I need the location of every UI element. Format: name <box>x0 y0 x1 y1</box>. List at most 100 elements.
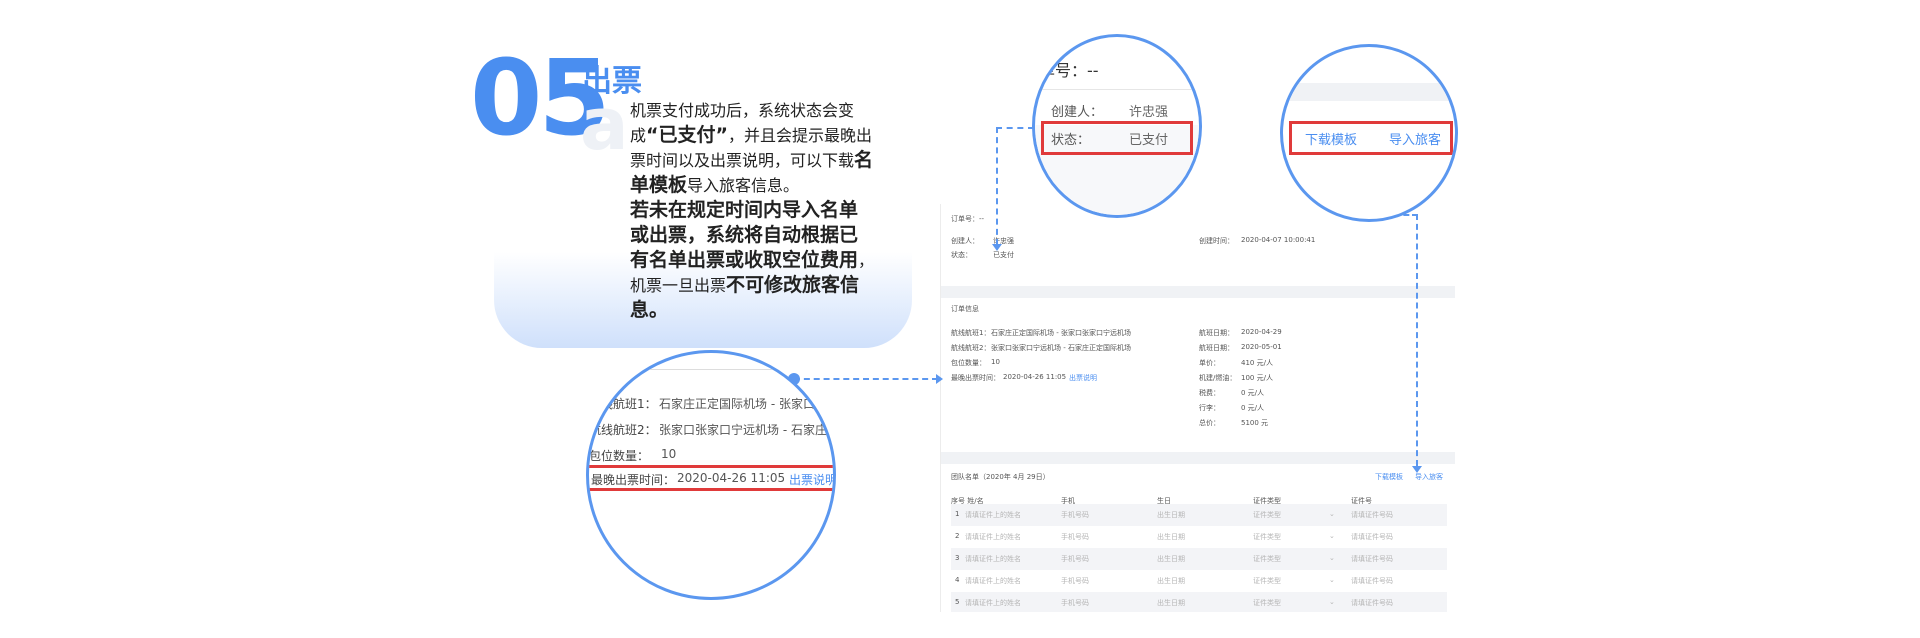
zoom-seats-label: 包位数量： <box>589 449 650 463</box>
phone-input[interactable]: 手机号码 <box>1061 554 1089 564</box>
order-detail-panel: 订单号：-- 创建人： 许忠强 创建时间： 2020-04-07 10:00:4… <box>940 204 1455 612</box>
chevron-down-icon[interactable]: ⌄ <box>1329 576 1335 584</box>
birthday-input[interactable]: 出生日期 <box>1157 598 1185 608</box>
name-input[interactable]: 请填证件上的姓名 <box>965 510 1021 520</box>
seats-value: 10 <box>991 358 1000 366</box>
flight2-label: 航线航班2： <box>951 344 991 352</box>
birthday-input[interactable]: 出生日期 <box>1157 576 1185 586</box>
date1-label: 航班日期： <box>1199 329 1234 337</box>
table-row: 1 请填证件上的姓名 手机号码 出生日期 证件类型 ⌄ 请填证件号码 <box>951 504 1447 526</box>
zoom-flight2-value: 张家口张家口宁远机场 - 石家庄正 <box>659 423 836 437</box>
zoom-creator-label: 创建人： <box>1051 105 1104 120</box>
tax-label: 税费： <box>1199 389 1220 397</box>
zoom-seats-value: 10 <box>661 447 677 461</box>
zoom-status-value: 已支付 <box>1129 133 1169 148</box>
zoom-download-template[interactable]: 下载模板 <box>1305 129 1357 148</box>
row-index: 2 <box>955 532 960 540</box>
desc-part3: 导入旅客信息。 <box>687 176 800 195</box>
step-title: 出票 <box>582 64 642 99</box>
seats-label: 包位数量： <box>951 359 986 367</box>
table-row: 3 请填证件上的姓名 手机号码 出生日期 证件类型 ⌄ 请填证件号码 <box>951 548 1447 570</box>
zoom-import-passengers[interactable]: 导入旅客 <box>1389 129 1441 148</box>
zoom-flight2-label: 航线航班2： <box>589 423 657 437</box>
phone-input[interactable]: 手机号码 <box>1061 532 1089 542</box>
ticket-instructions-link[interactable]: 出票说明 <box>1069 373 1097 383</box>
row-index: 3 <box>955 554 960 562</box>
chevron-down-icon[interactable]: ⌄ <box>1329 510 1335 518</box>
flight2-value: 张家口张家口宁远机场 - 石家庄正定国际机场 <box>991 344 1131 352</box>
phone-input[interactable]: 手机号码 <box>1061 510 1089 520</box>
id-number-input[interactable]: 请填证件号码 <box>1351 598 1393 608</box>
fee-label: 机建/燃油： <box>1199 374 1237 382</box>
table-row: 5 请填证件上的姓名 手机号码 出生日期 证件类型 ⌄ 请填证件号码 <box>951 592 1447 612</box>
created-time-label: 创建时间： <box>1199 237 1234 245</box>
zoom-actions-circle: 下载模板 导入旅客 <box>1280 44 1458 222</box>
birthday-input[interactable]: 出生日期 <box>1157 510 1185 520</box>
zoom-status-circle: 单号：-- 创建人： 许忠强 状态： 已支付 <box>1032 34 1202 218</box>
connector-line <box>1416 214 1418 466</box>
phone-input[interactable]: 手机号码 <box>1061 576 1089 586</box>
id-type-select[interactable]: 证件类型 <box>1253 532 1281 542</box>
name-input[interactable]: 请填证件上的姓名 <box>965 598 1021 608</box>
deadline-value: 2020-04-26 11:05 <box>1003 373 1067 381</box>
table-row: 4 请填证件上的姓名 手机号码 出生日期 证件类型 ⌄ 请填证件号码 <box>951 570 1447 592</box>
connector-line <box>996 127 998 245</box>
status-label: 状态： <box>951 251 972 259</box>
luggage-label: 行李： <box>1199 404 1220 412</box>
name-input[interactable]: 请填证件上的姓名 <box>965 532 1021 542</box>
birthday-input[interactable]: 出生日期 <box>1157 554 1185 564</box>
tax-value: 0 元/人 <box>1241 389 1265 397</box>
chevron-down-icon[interactable]: ⌄ <box>1329 598 1335 606</box>
flight1-label: 航线航班1： <box>951 329 991 337</box>
fee-value: 100 元/人 <box>1241 374 1273 382</box>
import-passengers-link[interactable]: 导入旅客 <box>1415 472 1443 482</box>
zoom-flight1-label: 航线航班1： <box>589 397 657 411</box>
zoom-flight1-value: 石家庄正定国际机场 - 张家口张 <box>659 397 827 411</box>
zoom-status-label: 状态： <box>1051 133 1091 148</box>
chevron-down-icon[interactable]: ⌄ <box>1329 532 1335 540</box>
zoom-divider <box>1035 89 1199 90</box>
passenger-table-header: 序号 姓/名 手机 生日 证件类型 证件号 <box>951 490 1447 505</box>
connector-line <box>794 378 938 380</box>
name-input[interactable]: 请填证件上的姓名 <box>965 554 1021 564</box>
created-time-value: 2020-04-07 10:00:41 <box>1241 236 1316 244</box>
date2-value: 2020-05-01 <box>1241 343 1282 351</box>
team-list-title: 团队名单（2020年 4月 29日） <box>951 473 1050 481</box>
chevron-down-icon[interactable]: ⌄ <box>1329 554 1335 562</box>
zoom-deadline-value: 2020-04-26 11:05 <box>677 471 786 485</box>
zoom-flight-circle: 航线航班1： 石家庄正定国际机场 - 张家口张 航线航班2： 张家口张家口宁远机… <box>586 350 836 600</box>
row-index: 4 <box>955 576 960 584</box>
phone-input[interactable]: 手机号码 <box>1061 598 1089 608</box>
id-type-select[interactable]: 证件类型 <box>1253 576 1281 586</box>
id-number-input[interactable]: 请填证件号码 <box>1351 576 1393 586</box>
step-description: 机票支付成功后，系统状态会变成“已支付”，并且会提示最晚出票时间以及出票说明，可… <box>630 98 875 323</box>
zoom-deadline-label: 最晚出票时间： <box>591 473 676 487</box>
zoom-divider <box>1283 83 1455 101</box>
arrow-right-icon <box>936 374 943 384</box>
id-number-input[interactable]: 请填证件号码 <box>1351 532 1393 542</box>
order-info-title: 订单信息 <box>951 305 979 313</box>
id-number-input[interactable]: 请填证件号码 <box>1351 554 1393 564</box>
deadline-label: 最晚出票时间： <box>951 374 1000 382</box>
total-value: 5100 元 <box>1241 419 1269 427</box>
id-type-select[interactable]: 证件类型 <box>1253 598 1281 608</box>
price-value: 410 元/人 <box>1241 359 1273 367</box>
zoom-ticket-instructions[interactable]: 出票说明 <box>789 471 833 488</box>
zoom-divider <box>589 369 833 370</box>
row-index: 1 <box>955 510 960 518</box>
id-number-input[interactable]: 请填证件号码 <box>1351 510 1393 520</box>
section-divider <box>941 452 1455 464</box>
order-number: 订单号：-- <box>951 215 985 223</box>
arrow-down-icon <box>1412 466 1422 473</box>
download-template-link[interactable]: 下载模板 <box>1375 472 1403 482</box>
desc-warning: 若未在规定时间内导入名单或出票，系统将自动根据已有名单出票或收取空位费用 <box>630 199 859 271</box>
row-index: 5 <box>955 598 960 606</box>
id-type-select[interactable]: 证件类型 <box>1253 554 1281 564</box>
connector-line <box>996 127 1034 129</box>
id-type-select[interactable]: 证件类型 <box>1253 510 1281 520</box>
birthday-input[interactable]: 出生日期 <box>1157 532 1185 542</box>
name-input[interactable]: 请填证件上的姓名 <box>965 576 1021 586</box>
luggage-value: 0 元/人 <box>1241 404 1265 412</box>
date1-value: 2020-04-29 <box>1241 328 1282 336</box>
table-row: 2 请填证件上的姓名 手机号码 出生日期 证件类型 ⌄ 请填证件号码 <box>951 526 1447 548</box>
